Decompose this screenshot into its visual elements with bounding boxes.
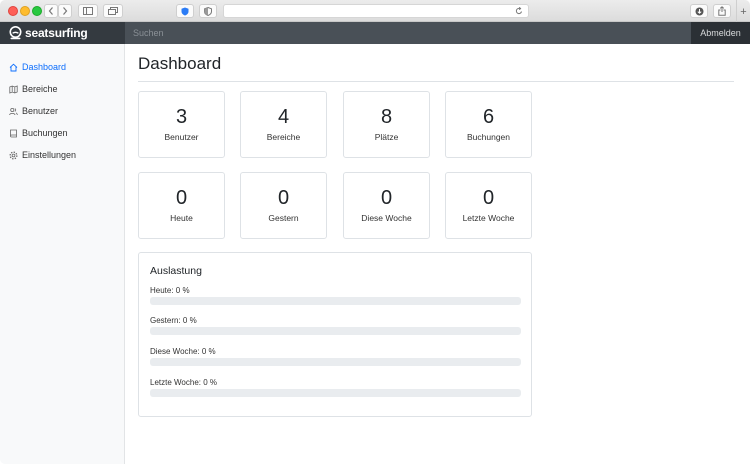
stat-value: 0 bbox=[277, 187, 290, 209]
utilization-label: Heute: 0 % bbox=[150, 286, 190, 295]
brand-logo[interactable]: seatsurfing bbox=[9, 25, 88, 41]
stat-value: 0 bbox=[175, 187, 188, 209]
privacy-shield-icon bbox=[204, 6, 212, 16]
sidebar-item-benutzer[interactable]: Benutzer bbox=[9, 104, 58, 118]
sidebar-item-label: Buchungen bbox=[22, 128, 68, 138]
utilization-title: Auslastung bbox=[150, 265, 202, 277]
sidebar-item-dashboard[interactable]: Dashboard bbox=[9, 60, 66, 74]
utilization-label: Gestern: 0 % bbox=[150, 316, 197, 325]
sidebar-item-bereiche[interactable]: Bereiche bbox=[9, 82, 58, 96]
stat-card-letzte-woche[interactable]: 0 Letzte Woche bbox=[445, 172, 532, 239]
chevron-right-icon bbox=[63, 7, 68, 15]
stat-label: Gestern bbox=[268, 213, 299, 223]
main-content: Dashboard 3 Benutzer 4 Bereiche 8 Plätze… bbox=[125, 44, 750, 464]
privacy-report-button[interactable] bbox=[199, 4, 217, 18]
book-icon bbox=[10, 129, 17, 137]
browser-window: + seatsurfing Suchen Abmelden Dashboard … bbox=[0, 0, 750, 464]
utilization-label: Letzte Woche: 0 % bbox=[150, 378, 217, 387]
new-tab-button[interactable]: + bbox=[736, 0, 750, 22]
tabs-overview-button[interactable] bbox=[103, 4, 123, 18]
sidebar: Dashboard Bereiche Benutzer Buchungen Ei… bbox=[0, 44, 125, 464]
stat-card-heute[interactable]: 0 Heute bbox=[138, 172, 225, 239]
forward-button[interactable] bbox=[58, 4, 72, 18]
stat-value: 4 bbox=[277, 106, 290, 128]
utilization-label: Diese Woche: 0 % bbox=[150, 347, 216, 356]
progress-bar bbox=[150, 358, 521, 366]
address-bar[interactable] bbox=[223, 4, 529, 18]
page-title: Dashboard bbox=[138, 54, 222, 73]
stat-label: Diese Woche bbox=[361, 213, 412, 223]
downloads-button[interactable] bbox=[690, 4, 708, 18]
app-navbar: seatsurfing Suchen Abmelden bbox=[0, 22, 750, 44]
shield-icon bbox=[181, 7, 189, 15]
stat-card-bereiche[interactable]: 4 Bereiche bbox=[240, 91, 327, 158]
reload-icon bbox=[515, 6, 522, 15]
chevron-left-icon bbox=[48, 7, 53, 15]
sidebar-item-buchungen[interactable]: Buchungen bbox=[9, 126, 68, 140]
browser-toolbar: + bbox=[0, 0, 750, 22]
gear-icon bbox=[9, 151, 18, 159]
search-input[interactable]: Suchen bbox=[125, 22, 691, 44]
sidebar-toggle-button[interactable] bbox=[78, 4, 98, 18]
progress-bar bbox=[150, 389, 521, 397]
sidebar-item-label: Dashboard bbox=[22, 62, 67, 72]
stat-value: 8 bbox=[380, 106, 393, 128]
stat-card-benutzer[interactable]: 3 Benutzer bbox=[138, 91, 225, 158]
stat-value: 3 bbox=[175, 106, 188, 128]
download-icon bbox=[695, 7, 703, 15]
back-button[interactable] bbox=[44, 4, 58, 18]
utilization-panel: Auslastung Heute: 0 % Gestern: 0 % Diese… bbox=[138, 252, 532, 417]
logout-button[interactable]: Abmelden bbox=[691, 22, 750, 44]
stat-label: Heute bbox=[170, 213, 193, 223]
home-icon bbox=[9, 63, 18, 71]
sidebar-item-label: Einstellungen bbox=[22, 150, 77, 160]
close-window-button[interactable] bbox=[8, 6, 18, 16]
stat-label: Buchungen bbox=[466, 132, 510, 142]
share-button[interactable] bbox=[713, 4, 731, 18]
brand-name: seatsurfing bbox=[25, 26, 88, 40]
sidebar-item-einstellungen[interactable]: Einstellungen bbox=[9, 148, 76, 162]
tabs-icon bbox=[108, 7, 118, 15]
stat-card-plaetze[interactable]: 8 Plätze bbox=[343, 91, 430, 158]
stat-label: Benutzer bbox=[164, 132, 199, 142]
password-extension-button[interactable] bbox=[176, 4, 194, 18]
minimize-window-button[interactable] bbox=[20, 6, 30, 16]
title-divider bbox=[138, 81, 734, 82]
map-icon bbox=[9, 84, 18, 94]
sidebar-item-label: Benutzer bbox=[22, 106, 59, 116]
stat-value: 0 bbox=[380, 187, 393, 209]
stat-label: Plätze bbox=[374, 132, 399, 142]
zoom-window-button[interactable] bbox=[32, 6, 42, 16]
share-icon bbox=[718, 6, 726, 16]
stat-label: Letzte Woche bbox=[462, 213, 515, 223]
seat-logo-icon bbox=[9, 26, 22, 40]
stat-card-gestern[interactable]: 0 Gestern bbox=[240, 172, 327, 239]
sidebar-icon bbox=[83, 7, 93, 15]
stat-value: 0 bbox=[482, 187, 495, 209]
stat-card-buchungen[interactable]: 6 Buchungen bbox=[445, 91, 532, 158]
stat-label: Bereiche bbox=[266, 132, 301, 142]
progress-bar bbox=[150, 327, 521, 335]
stat-card-diese-woche[interactable]: 0 Diese Woche bbox=[343, 172, 430, 239]
sidebar-item-label: Bereiche bbox=[22, 84, 58, 94]
stat-value: 6 bbox=[482, 106, 495, 128]
users-icon bbox=[9, 107, 18, 115]
progress-bar bbox=[150, 297, 521, 305]
